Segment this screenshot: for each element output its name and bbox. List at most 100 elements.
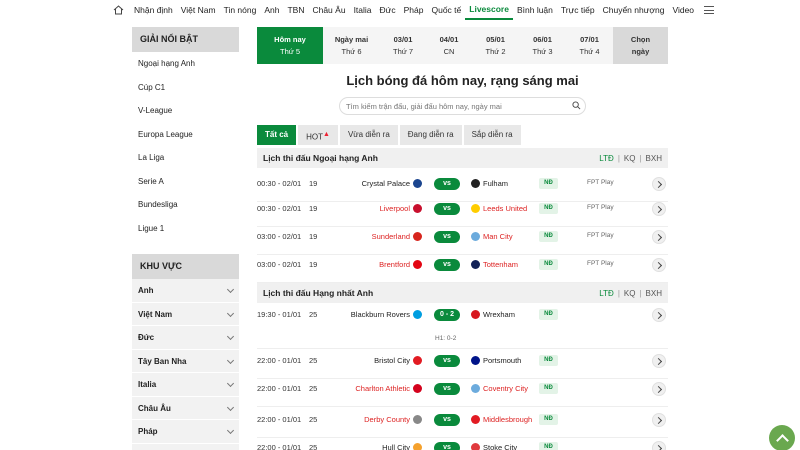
- nav-item[interactable]: Châu Âu: [308, 0, 349, 20]
- nav-item[interactable]: Livescore: [465, 0, 513, 20]
- date-tab[interactable]: Hôm nay Thứ 5: [257, 27, 323, 64]
- nav-item[interactable]: Đức: [376, 0, 400, 20]
- match-row[interactable]: 22:00 - 01/01 25 Charlton Athletic vs Covent…: [257, 382, 668, 404]
- match-score-button[interactable]: vs: [434, 414, 460, 426]
- match-detail-chevron-icon[interactable]: [652, 177, 666, 191]
- match-row[interactable]: 22:00 - 01/01 25 Bristol City vs Portsmouth N…: [257, 354, 668, 376]
- nav-item[interactable]: Bình luận: [513, 0, 557, 20]
- match-detail-chevron-icon[interactable]: [652, 308, 666, 322]
- match-detail-chevron-icon[interactable]: [652, 202, 666, 216]
- tab-live[interactable]: Đang diễn ra: [399, 125, 462, 145]
- league-title[interactable]: Lịch thi đấu Hạng nhất Anh: [263, 288, 373, 298]
- sidebar-league-item[interactable]: Europa League: [132, 122, 239, 146]
- match-detail-chevron-icon[interactable]: [652, 382, 666, 396]
- home-team[interactable]: Sunderland: [330, 232, 410, 241]
- home-team[interactable]: Charlton Athletic: [330, 384, 410, 393]
- prediction-badge[interactable]: NĐ: [539, 178, 558, 189]
- prediction-badge[interactable]: NĐ: [539, 414, 558, 425]
- match-score-button[interactable]: vs: [434, 355, 460, 367]
- nav-item[interactable]: Quốc tế: [427, 0, 465, 20]
- sidebar-region-item[interactable]: Việt Nam: [132, 302, 239, 326]
- kq-link[interactable]: KQ: [624, 289, 636, 298]
- nav-item[interactable]: Video: [668, 0, 698, 20]
- sidebar-league-item[interactable]: Bundesliga: [132, 193, 239, 217]
- date-tab[interactable]: 06/01 Thứ 3: [519, 27, 566, 64]
- prediction-badge[interactable]: NĐ: [539, 309, 558, 320]
- nav-item[interactable]: Chuyển nhượng: [599, 0, 669, 20]
- match-score-button[interactable]: 0 - 2: [434, 309, 460, 321]
- nav-item[interactable]: Tin nóng: [220, 0, 261, 20]
- nav-item[interactable]: Trực tiếp: [557, 0, 599, 20]
- nav-item[interactable]: Anh: [260, 0, 283, 20]
- prediction-badge[interactable]: NĐ: [539, 355, 558, 366]
- match-score-button[interactable]: vs: [434, 231, 460, 243]
- date-tab[interactable]: 07/01 Thứ 4: [566, 27, 613, 64]
- prediction-badge[interactable]: NĐ: [539, 383, 558, 394]
- home-team[interactable]: Liverpool: [330, 204, 410, 213]
- prediction-badge[interactable]: NĐ: [539, 259, 558, 270]
- search-input[interactable]: [339, 97, 586, 115]
- tab-upcoming[interactable]: Sắp diễn ra: [463, 125, 521, 145]
- hamburger-menu-icon[interactable]: [704, 5, 715, 15]
- sidebar-region-item[interactable]: Đức: [132, 326, 239, 350]
- match-row[interactable]: 00:30 - 02/01 19 Crystal Palace vs Fulham NĐ F…: [257, 177, 668, 199]
- nav-item[interactable]: Pháp: [400, 0, 428, 20]
- sidebar-league-item[interactable]: Cúp C1: [132, 75, 239, 99]
- sidebar-league-item[interactable]: Serie A: [132, 169, 239, 193]
- match-score-button[interactable]: vs: [434, 178, 460, 190]
- sidebar-league-item[interactable]: Ligue 1: [132, 216, 239, 240]
- bxh-link[interactable]: BXH: [646, 289, 662, 298]
- tab-all[interactable]: Tất cả: [257, 125, 297, 145]
- match-score-button[interactable]: vs: [434, 259, 460, 271]
- date-tab[interactable]: Ngày mai Thứ 6: [323, 27, 380, 64]
- search-icon[interactable]: [572, 101, 581, 110]
- sidebar-region-item[interactable]: Châu Á: [132, 443, 239, 450]
- match-score-button[interactable]: vs: [434, 383, 460, 395]
- ltd-link[interactable]: LTĐ: [599, 289, 614, 298]
- league-title[interactable]: Lịch thi đấu Ngoại hạng Anh: [263, 153, 378, 163]
- ltd-link[interactable]: LTĐ: [599, 154, 614, 163]
- date-tab[interactable]: 05/01 Thứ 2: [472, 27, 519, 64]
- match-row[interactable]: 03:00 - 02/01 19 Sunderland vs Man City NĐ FPT…: [257, 230, 668, 252]
- date-tab[interactable]: 03/01 Thứ 7: [380, 27, 426, 64]
- home-team[interactable]: Blackburn Rovers: [330, 310, 410, 319]
- sidebar-region-item[interactable]: Châu Âu: [132, 396, 239, 420]
- match-detail-chevron-icon[interactable]: [652, 230, 666, 244]
- match-row[interactable]: 00:30 - 02/01 19 Liverpool vs Leeds United NĐ…: [257, 202, 668, 224]
- home-team[interactable]: Brentford: [330, 260, 410, 269]
- sidebar-league-item[interactable]: La Liga: [132, 146, 239, 170]
- sidebar-league-item[interactable]: Ngoại hạng Anh: [132, 52, 239, 76]
- match-detail-chevron-icon[interactable]: [652, 441, 666, 450]
- match-row[interactable]: 22:00 - 01/01 25 Derby County vs Middlesbrou…: [257, 413, 668, 435]
- bxh-link[interactable]: BXH: [646, 154, 662, 163]
- match-row[interactable]: 03:00 - 02/01 19 Brentford vs Tottenham NĐ FPT…: [257, 258, 668, 280]
- prediction-badge[interactable]: NĐ: [539, 203, 558, 214]
- choose-date-button[interactable]: Chọn ngày: [613, 27, 668, 64]
- match-score-button[interactable]: vs: [434, 203, 460, 215]
- tab-just-ended[interactable]: Vừa diễn ra: [339, 125, 398, 145]
- date-tab[interactable]: 04/01 CN: [426, 27, 472, 64]
- home-team[interactable]: Bristol City: [330, 356, 410, 365]
- nav-item[interactable]: Việt Nam: [177, 0, 220, 20]
- nav-item[interactable]: Nhận định: [130, 0, 177, 20]
- home-team[interactable]: Hull City: [330, 443, 410, 450]
- home-team[interactable]: Derby County: [330, 415, 410, 424]
- match-detail-chevron-icon[interactable]: [652, 413, 666, 427]
- home-team[interactable]: Crystal Palace: [330, 179, 410, 188]
- match-score-button[interactable]: vs: [434, 442, 460, 450]
- nav-item[interactable]: TBN: [283, 0, 308, 20]
- sidebar-region-item[interactable]: Italia: [132, 373, 239, 397]
- tab-hot[interactable]: HOT▲: [298, 125, 338, 145]
- match-detail-chevron-icon[interactable]: [652, 354, 666, 368]
- sidebar-league-item[interactable]: V-League: [132, 99, 239, 123]
- nav-item[interactable]: Italia: [350, 0, 376, 20]
- home-icon[interactable]: [113, 4, 125, 16]
- sidebar-region-item[interactable]: Pháp: [132, 420, 239, 444]
- sidebar-region-item[interactable]: Tây Ban Nha: [132, 349, 239, 373]
- match-detail-chevron-icon[interactable]: [652, 258, 666, 272]
- match-row[interactable]: 19:30 - 01/01 25 Blackburn Rovers 0 - 2 Wrex…: [257, 308, 668, 342]
- sidebar-region-item[interactable]: Anh: [132, 279, 239, 303]
- kq-link[interactable]: KQ: [624, 154, 636, 163]
- prediction-badge[interactable]: NĐ: [539, 231, 558, 242]
- prediction-badge[interactable]: NĐ: [539, 442, 558, 450]
